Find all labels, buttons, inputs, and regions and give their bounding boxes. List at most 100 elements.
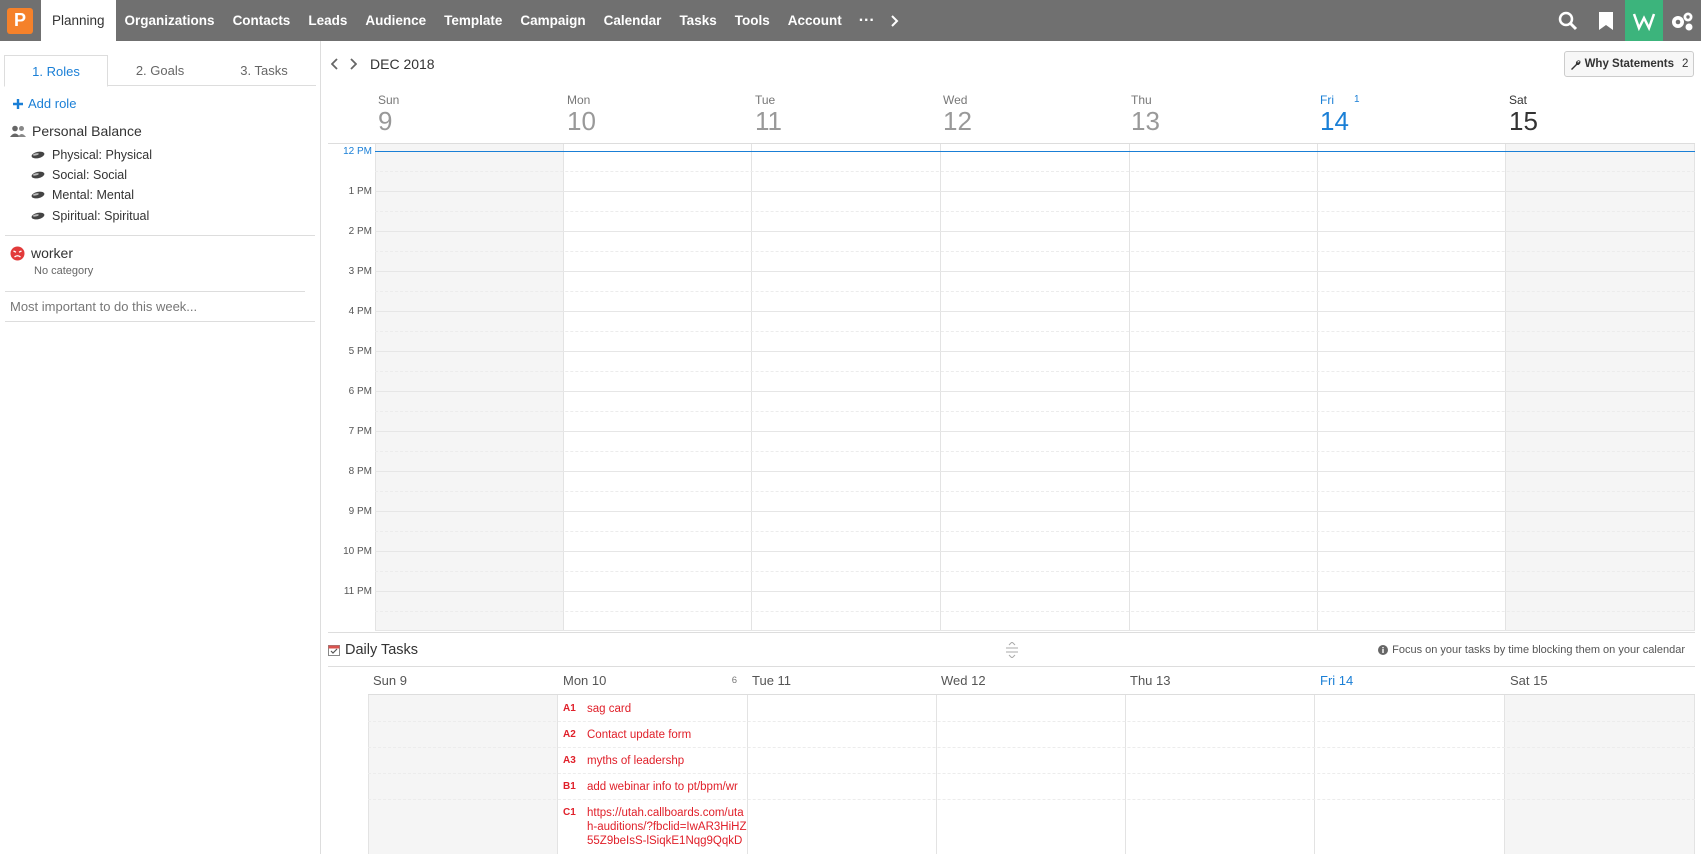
bookmark-icon[interactable] [1587, 0, 1625, 41]
nav-tools[interactable]: Tools [726, 0, 779, 41]
day-header-mon[interactable]: Mon 10 [567, 87, 756, 142]
day-header-fri[interactable]: Fri 1 14 [1320, 87, 1509, 142]
task-priority: A1 [563, 703, 576, 714]
day-column-tue[interactable] [751, 144, 940, 631]
role-item-mental[interactable]: Mental: Mental [31, 188, 134, 202]
nav-calendar[interactable]: Calendar [595, 0, 671, 41]
w-app-icon[interactable] [1625, 0, 1663, 41]
nav-audience[interactable]: Audience [356, 0, 435, 41]
day-header-thu[interactable]: Thu 13 [1131, 87, 1320, 142]
task-column-sun[interactable] [368, 695, 557, 854]
grid-line [375, 471, 1695, 472]
nav-campaign[interactable]: Campaign [511, 0, 594, 41]
day-column-thu[interactable] [1129, 144, 1317, 631]
role-item-spiritual[interactable]: Spiritual: Spiritual [31, 209, 149, 223]
resize-handle-icon[interactable] [1005, 641, 1019, 661]
why-statements-button[interactable]: Why Statements 2 [1564, 51, 1694, 77]
tab-tasks[interactable]: 3. Tasks [212, 55, 316, 86]
add-role-button[interactable]: Add role [13, 96, 76, 111]
nav-account[interactable]: Account [779, 0, 851, 41]
task-text: https://utah.callboards.com/utah-auditio… [587, 807, 747, 847]
task-item[interactable]: A1 sag card [558, 702, 748, 716]
nav-more-button[interactable]: ··· [851, 0, 883, 41]
day-number: 13 [1131, 106, 1160, 136]
hour-label: 7 PM [348, 426, 372, 437]
grid-line [375, 531, 1695, 532]
top-navigation: P Planning Organizations Contacts Leads … [0, 0, 1701, 41]
day-header-tue[interactable]: Tue 11 [755, 87, 944, 142]
app-logo[interactable]: P [7, 7, 33, 34]
event-count-badge: 1 [1354, 94, 1360, 105]
role-item-social[interactable]: Social: Social [31, 168, 127, 182]
task-item[interactable]: B1 add webinar info to pt/bpm/wr [558, 780, 748, 794]
grid-line [375, 551, 1695, 552]
task-priority: A3 [563, 755, 576, 766]
day-column-mon[interactable] [563, 144, 751, 631]
role-group-label: Personal Balance [32, 123, 142, 139]
nav-tasks[interactable]: Tasks [670, 0, 725, 41]
day-name: Wed [943, 93, 968, 107]
day-column-fri[interactable] [1317, 144, 1505, 631]
task-item[interactable]: A2 Contact update form [558, 728, 748, 742]
daily-tasks-title: Daily Tasks [328, 642, 418, 658]
left-tabs: 1. Roles 2. Goals 3. Tasks [4, 55, 316, 87]
day-column-sun[interactable] [375, 144, 563, 631]
next-week-icon[interactable] [348, 58, 358, 70]
nav-right-tools [1549, 0, 1701, 41]
day-number: 9 [378, 106, 393, 136]
tab-roles[interactable]: 1. Roles [4, 55, 109, 87]
calendar-icon [328, 645, 340, 656]
day-name: Fri [1320, 93, 1334, 107]
daily-tasks-grid: A1 sag card A2 Contact update form A3 my… [368, 694, 1695, 854]
task-day-thu: Thu 13 [1130, 673, 1171, 688]
plus-icon [13, 98, 23, 109]
hour-label: 3 PM [348, 266, 372, 277]
day-header-sun[interactable]: Sun 9 [378, 87, 567, 142]
task-day-tue: Tue 11 [752, 673, 792, 688]
day-number: 11 [755, 106, 782, 136]
most-important-input[interactable] [5, 292, 315, 322]
task-column-fri[interactable] [1314, 695, 1504, 854]
day-column-wed[interactable] [940, 144, 1129, 631]
hour-label: 1 PM [348, 186, 372, 197]
settings-gears-icon[interactable] [1663, 0, 1701, 41]
nav-contacts[interactable]: Contacts [224, 0, 300, 41]
grid-line [375, 611, 1695, 612]
nav-template[interactable]: Template [435, 0, 511, 41]
nav-leads[interactable]: Leads [299, 0, 356, 41]
grid-line [375, 491, 1695, 492]
day-number: 14 [1320, 106, 1349, 136]
grid-line [375, 411, 1695, 412]
task-item[interactable]: C1 https://utah.callboards.com/utah-audi… [558, 806, 748, 848]
daily-tasks-bar: Daily Tasks Focus on your tasks by time … [328, 632, 1695, 667]
grid-line [375, 171, 1695, 172]
day-header-sat[interactable]: Sat 15 [1509, 87, 1698, 142]
task-column-tue[interactable] [747, 695, 936, 854]
tab-goals[interactable]: 2. Goals [108, 55, 212, 86]
role-disc-icon [31, 151, 45, 159]
divider [5, 235, 315, 236]
hour-label: 10 PM [343, 546, 372, 557]
role-item-physical[interactable]: Physical: Physical [31, 148, 152, 162]
nav-organizations[interactable]: Organizations [116, 0, 224, 41]
search-icon[interactable] [1549, 0, 1587, 41]
nav-next-icon[interactable] [883, 0, 907, 41]
day-header-wed[interactable]: Wed 12 [943, 87, 1132, 142]
nav-planning[interactable]: Planning [41, 0, 116, 41]
day-column-sat[interactable] [1505, 144, 1695, 631]
why-statements-count: 2 [1682, 58, 1689, 70]
grid-line [375, 291, 1695, 292]
task-day-sun: Sun 9 [373, 673, 407, 688]
prev-week-icon[interactable] [330, 58, 340, 70]
task-column-wed[interactable] [936, 695, 1125, 854]
grid-line [375, 211, 1695, 212]
task-row-line [368, 721, 1695, 722]
day-name: Sat [1509, 93, 1528, 107]
task-item[interactable]: A3 myths of leadershp [558, 754, 748, 768]
task-column-thu[interactable] [1125, 695, 1314, 854]
grid-line [375, 630, 1695, 631]
role-worker[interactable]: worker [10, 245, 73, 261]
role-disc-icon [31, 171, 45, 179]
role-group-personal-balance[interactable]: Personal Balance [10, 123, 142, 139]
task-column-sat[interactable] [1504, 695, 1695, 854]
